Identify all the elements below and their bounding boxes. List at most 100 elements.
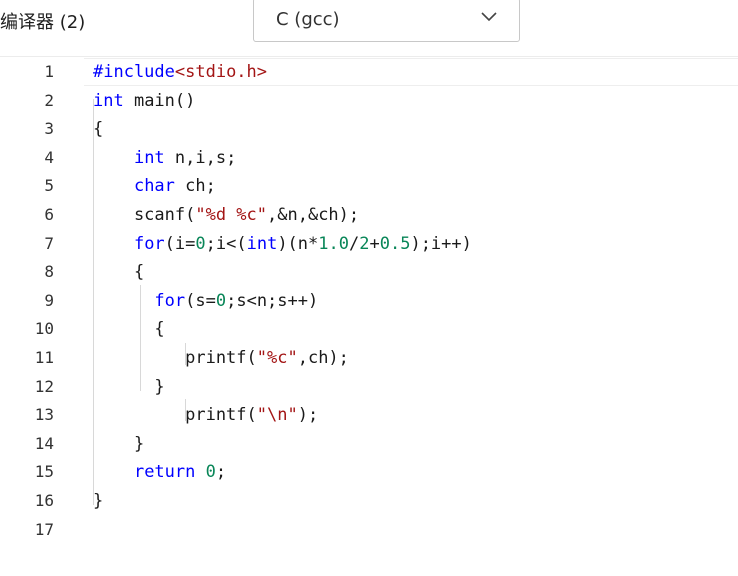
code-line[interactable]: 10 { (0, 315, 738, 343)
line-number: 3 (44, 119, 54, 139)
code-text: int main() (93, 87, 195, 115)
code-token: main() (123, 90, 196, 111)
code-line[interactable]: 1 #include<stdio.h> (0, 58, 738, 86)
code-text: return 0; (93, 458, 226, 486)
code-line[interactable]: 8 { (0, 258, 738, 286)
compiler-label: 编译器 (2) (0, 12, 86, 33)
line-number: 4 (44, 147, 54, 167)
code-token: 0.5 (379, 233, 411, 254)
line-number: 7 (44, 233, 54, 253)
code-token: );i++) (410, 233, 472, 254)
code-line[interactable]: 6 scanf("%d %c",&n,&ch); (0, 201, 738, 229)
code-line[interactable]: 14 } (0, 430, 738, 458)
code-token: } (93, 433, 145, 454)
line-number: 8 (44, 262, 54, 282)
code-line[interactable]: 4 int n,i,s; (0, 144, 738, 172)
code-text: for(i=0;i<(int)(n*1.0/2+0.5);i++) (93, 230, 472, 258)
code-token: { (93, 319, 165, 340)
code-token: ,ch); (297, 348, 349, 368)
code-text: printf("%c",ch); (93, 344, 349, 372)
code-editor[interactable]: 1 #include<stdio.h> 2 int main() 3{4 int n,i… (0, 57, 738, 576)
toolbar: 编译器 (2) C (gcc) (0, 0, 738, 57)
code-token: <stdio.h> (174, 62, 268, 82)
code-line[interactable]: 9 for(s=0;s<n;s++) (0, 287, 738, 315)
code-line[interactable]: 17 (0, 516, 738, 544)
code-text: printf("\n"); (93, 401, 318, 429)
code-token: ch; (174, 176, 216, 197)
line-number: 14 (34, 433, 54, 453)
code-text: } (93, 487, 103, 515)
code-token: for (133, 233, 165, 254)
compiler-select[interactable]: C (gcc) (253, 0, 520, 42)
code-token: "%c" (256, 348, 298, 368)
code-token: int (93, 90, 124, 111)
line-number: 15 (34, 462, 54, 482)
code-token: } (93, 376, 165, 397)
code-token: { (93, 119, 104, 140)
code-line[interactable]: 7 for(i=0;i<(int)(n*1.0/2+0.5);i++) (0, 230, 738, 258)
code-token: (s= (185, 290, 216, 311)
code-text: } (93, 430, 144, 458)
code-token: for (154, 290, 186, 311)
code-token: ;i<( (205, 233, 247, 254)
code-text: char ch; (93, 172, 216, 200)
code-token: char (133, 176, 175, 197)
code-token: } (93, 491, 104, 511)
code-text: int n,i,s; (93, 144, 236, 172)
code-token: + (369, 233, 380, 254)
code-token: #include (93, 62, 175, 82)
line-number: 12 (34, 376, 54, 396)
line-number: 10 (34, 319, 54, 339)
code-token: (i= (164, 233, 196, 254)
code-token: printf( (93, 405, 257, 426)
line-number: 16 (34, 491, 54, 510)
code-token: ; (215, 462, 227, 483)
code-token: 0 (195, 233, 206, 254)
code-token: { (93, 262, 145, 283)
code-token: "%d %c" (195, 205, 268, 225)
line-number: 11 (34, 348, 54, 367)
code-token: ,&n,&ch); (267, 205, 360, 225)
code-line[interactable]: 11 printf("%c",ch); (0, 344, 738, 372)
code-line[interactable]: 16} (0, 487, 738, 515)
code-line[interactable]: 3{ (0, 115, 738, 143)
code-line[interactable]: 12 } (0, 373, 738, 401)
code-token: int (246, 233, 278, 254)
code-text: #include<stdio.h> (93, 58, 267, 86)
code-token: n,i,s; (164, 147, 237, 168)
code-token: )(n* (277, 233, 319, 254)
line-number: 1 (44, 62, 54, 81)
line-number: 5 (44, 176, 54, 196)
line-number: 9 (44, 290, 54, 310)
code-token: 0 (205, 462, 216, 483)
code-token: printf( (93, 348, 257, 368)
code-line[interactable]: 13 printf("\n"); (0, 401, 738, 429)
code-token: return (133, 462, 196, 483)
code-text: { (93, 315, 165, 343)
code-text: } (93, 373, 165, 401)
code-token: ;s<n;s++) (226, 290, 319, 311)
code-token: / (348, 233, 360, 254)
code-line[interactable]: 5 char ch; (0, 172, 738, 200)
code-token: 0 (215, 290, 227, 311)
code-token: 2 (359, 233, 370, 254)
code-text: { (93, 115, 103, 143)
code-token: int (133, 147, 165, 168)
compiler-select-value: C (gcc) (276, 9, 340, 30)
code-token: "\n" (256, 405, 298, 426)
code-token: ); (297, 405, 319, 426)
code-text: for(s=0;s<n;s++) (93, 287, 318, 315)
line-number: 17 (34, 519, 54, 539)
code-line[interactable]: 2 int main() (0, 87, 738, 115)
code-token: 1.0 (318, 233, 349, 254)
line-number: 2 (44, 90, 54, 110)
code-token: scanf( (93, 205, 196, 225)
chevron-down-icon (481, 12, 497, 22)
code-line[interactable]: 15 return 0; (0, 458, 738, 486)
